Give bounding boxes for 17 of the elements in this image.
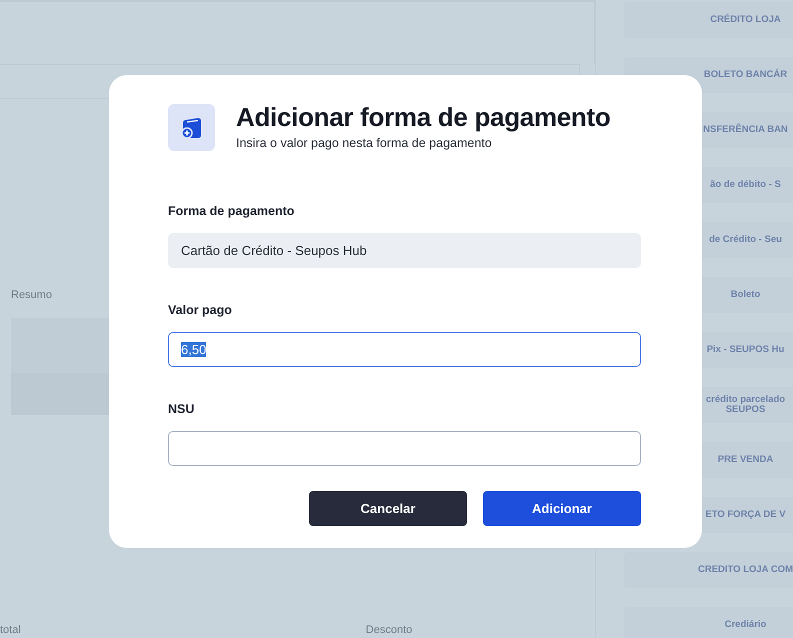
cancel-button[interactable]: Cancelar [309, 491, 467, 526]
field-label: NSU [168, 402, 196, 416]
add-button[interactable]: Adicionar [483, 491, 641, 526]
payment-method-button[interactable]: Crediário [624, 607, 793, 638]
field-label: Valor pago [168, 303, 233, 317]
field-label: Forma de pagamento [168, 204, 296, 218]
total-label: total [0, 624, 21, 638]
total-label: Desconto [366, 624, 412, 638]
wallet-icon [168, 104, 215, 151]
dialog-subtitle: Insira o valor pago nesta forma de pagamento [236, 136, 493, 150]
payment-method-button[interactable]: CREDITO LOJA COM [624, 552, 793, 588]
input-field: Cartão de Crédito - Seupos Hub [168, 233, 641, 268]
input-field[interactable] [168, 431, 641, 466]
payment-method-button[interactable]: CRÉDITO LOJA [624, 2, 793, 38]
section-label: Resumo [11, 289, 53, 303]
dialog-title: Adicionar forma de pagamento [236, 102, 610, 132]
input-field[interactable]: 6,50 [168, 332, 641, 367]
